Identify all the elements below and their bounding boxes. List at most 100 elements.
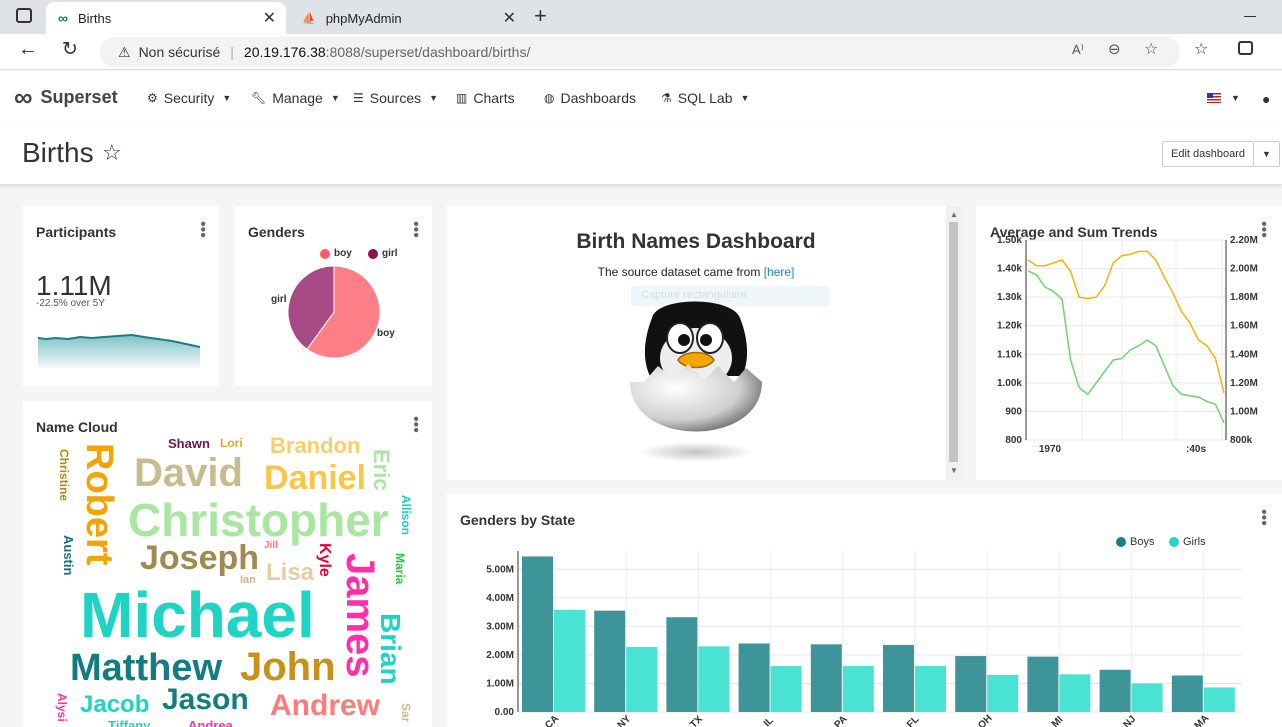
y-tick-right: 800k bbox=[1230, 435, 1253, 446]
nav-charts[interactable]: ▥ Charts bbox=[456, 90, 515, 106]
series-line-sum[interactable] bbox=[1027, 250, 1225, 394]
warning-icon: ⚠ bbox=[118, 43, 131, 60]
scroll-down-icon[interactable]: ▼ bbox=[950, 466, 958, 475]
legend-swatch bbox=[368, 248, 378, 259]
y-tick-left: 900 bbox=[1005, 406, 1022, 417]
nav-manage-label: Manage bbox=[272, 90, 323, 106]
bar-girls-IL[interactable] bbox=[770, 666, 802, 712]
source-link[interactable]: [here] bbox=[764, 265, 795, 279]
y-tick: 3.00M bbox=[486, 621, 514, 632]
favorites-icon[interactable]: ☆ bbox=[1194, 39, 1208, 59]
cloud-word-alysi: Alysi bbox=[55, 693, 69, 722]
cloud-word-christine: Christine bbox=[57, 449, 71, 502]
markdown-card: Birth Names Dashboard The source dataset… bbox=[446, 206, 961, 480]
pie-legend-girl[interactable]: girl bbox=[368, 248, 398, 259]
markdown-scrollbar[interactable]: ▲ ▼ bbox=[946, 206, 961, 480]
cloud-word-brandon: Brandon bbox=[270, 433, 361, 458]
add-favorite-icon[interactable]: ☆ bbox=[1144, 39, 1158, 59]
cloud-word-matthew: Matthew bbox=[70, 647, 222, 689]
y-tick-left: 1.50k bbox=[997, 235, 1022, 246]
nav-sql-lab[interactable]: ⚗ SQL Lab ▼ bbox=[661, 90, 749, 106]
bar-girls-TX[interactable] bbox=[698, 646, 730, 712]
trends-chart: 800 800k 900 1.00M 1.00k 1.20M 1.10k 1.40M 1.20k… bbox=[997, 235, 1258, 455]
bar-boys-TX[interactable] bbox=[666, 617, 698, 712]
bar-girls-FL[interactable] bbox=[915, 666, 946, 712]
participants-card: Participants ••• 1.11M -22.5% over 5Y bbox=[22, 206, 219, 386]
bar-girls-NJ[interactable] bbox=[1131, 683, 1163, 712]
y-tick-right: 1.00M bbox=[1230, 406, 1258, 417]
flask-icon: ⚗ bbox=[661, 91, 672, 105]
bar-girls-CA[interactable] bbox=[554, 609, 585, 712]
genders-title: Genders bbox=[248, 224, 305, 240]
close-tab-icon[interactable]: ✕ bbox=[503, 8, 516, 28]
tab-title: Births bbox=[77, 10, 112, 26]
bar-boys-NY[interactable] bbox=[594, 610, 626, 712]
more-options-icon[interactable]: ••• bbox=[194, 221, 211, 238]
legend-label: girl bbox=[382, 248, 398, 259]
language-selector[interactable]: ▼ bbox=[1207, 93, 1240, 103]
nav-charts-label: Charts bbox=[473, 90, 515, 106]
bar-boys-MA[interactable] bbox=[1171, 675, 1203, 712]
cloud-word-eric: Eric bbox=[369, 449, 394, 491]
bar-girls-NY[interactable] bbox=[626, 646, 658, 712]
nav-manage[interactable]: 🔧︎ Manage ▼ bbox=[251, 90, 340, 106]
bar-boys-MI[interactable] bbox=[1027, 656, 1059, 712]
cloud-word-sar: Sar bbox=[399, 703, 413, 723]
y-tick-left: 1.10k bbox=[997, 349, 1022, 360]
bar-boys-NJ[interactable] bbox=[1099, 669, 1131, 712]
y-tick: 4.00M bbox=[486, 593, 514, 604]
x-tick: :40s bbox=[1186, 444, 1206, 455]
y-tick-left: 800 bbox=[1005, 435, 1022, 446]
bar-boys-PA[interactable] bbox=[810, 644, 842, 712]
tab-phpmyadmin[interactable]: ⛵ phpMyAdmin ✕ bbox=[290, 2, 526, 34]
bar-girls-OH[interactable] bbox=[987, 674, 1019, 712]
edit-dashboard-button[interactable]: Edit dashboard bbox=[1162, 141, 1254, 167]
collections-icon[interactable] bbox=[1238, 41, 1253, 55]
favorite-star-icon[interactable]: ☆ bbox=[102, 140, 122, 166]
bar-girls-MI[interactable] bbox=[1059, 674, 1091, 712]
scroll-thumb[interactable] bbox=[949, 222, 958, 462]
x-tick: CA bbox=[543, 713, 561, 727]
edit-dashboard-label: Edit dashboard bbox=[1171, 148, 1245, 160]
bar-girls-MA[interactable] bbox=[1203, 687, 1235, 712]
series-line-avg[interactable] bbox=[1027, 270, 1225, 424]
participants-change: -22.5% over 5Y bbox=[36, 298, 105, 309]
bar-boys-CA[interactable] bbox=[522, 556, 553, 712]
pie-legend-boy[interactable]: boy bbox=[320, 248, 352, 259]
more-options-icon[interactable]: ••• bbox=[407, 416, 424, 433]
user-icon[interactable]: ● bbox=[1262, 91, 1270, 107]
wrench-icon: 🔧︎ bbox=[251, 91, 267, 105]
new-tab-icon[interactable]: + bbox=[534, 3, 547, 29]
nav-sources[interactable]: ☰ Sources ▼ bbox=[353, 90, 438, 106]
nav-dashboards[interactable]: ◍ Dashboards bbox=[544, 90, 636, 106]
url-field[interactable]: ⚠ Non sécurisé | 20.19.176.38 :8088/supe… bbox=[100, 37, 1180, 67]
dashboard-menu-button[interactable]: ▼ bbox=[1254, 141, 1280, 167]
zoom-icon[interactable]: ⊖ bbox=[1108, 40, 1121, 58]
chevron-down-icon: ▼ bbox=[429, 93, 439, 103]
scroll-up-icon[interactable]: ▲ bbox=[950, 210, 958, 219]
superset-logo-icon: ∞ bbox=[14, 82, 33, 112]
tab-actions-icon[interactable] bbox=[16, 8, 32, 23]
gears-icon: ⚙ bbox=[147, 91, 158, 105]
reload-icon[interactable]: ↻ bbox=[62, 38, 78, 61]
page-title: Births bbox=[22, 137, 94, 168]
superset-logo[interactable]: ∞ Superset bbox=[14, 82, 118, 112]
read-aloud-icon[interactable]: A⁾ bbox=[1072, 42, 1084, 58]
browser-tab-bar: ∞ Births ✕ ⛵ phpMyAdmin ✕ + bbox=[0, 0, 1282, 34]
bar-girls-PA[interactable] bbox=[842, 666, 874, 712]
address-bar: ← ↻ ⚠ Non sécurisé | 20.19.176.38 :8088/… bbox=[0, 34, 1282, 70]
cloud-word-andrea: Andrea bbox=[188, 718, 233, 727]
dashboard-icon: ◍ bbox=[544, 91, 555, 105]
tab-births[interactable]: ∞ Births ✕ bbox=[46, 2, 286, 34]
bar-boys-OH[interactable] bbox=[955, 656, 987, 712]
more-options-icon[interactable]: ••• bbox=[407, 221, 424, 238]
genders-pie bbox=[287, 266, 381, 359]
nav-security[interactable]: ⚙ Security ▼ bbox=[147, 90, 231, 106]
close-tab-icon[interactable]: ✕ bbox=[263, 8, 276, 28]
minimize-icon[interactable] bbox=[1244, 16, 1256, 17]
bar-boys-FL[interactable] bbox=[883, 644, 914, 712]
back-icon[interactable]: ← bbox=[18, 38, 38, 61]
bar-boys-IL[interactable] bbox=[738, 643, 770, 712]
chevron-down-icon: ▼ bbox=[740, 93, 750, 103]
y-tick-right: 1.40M bbox=[1230, 349, 1258, 360]
